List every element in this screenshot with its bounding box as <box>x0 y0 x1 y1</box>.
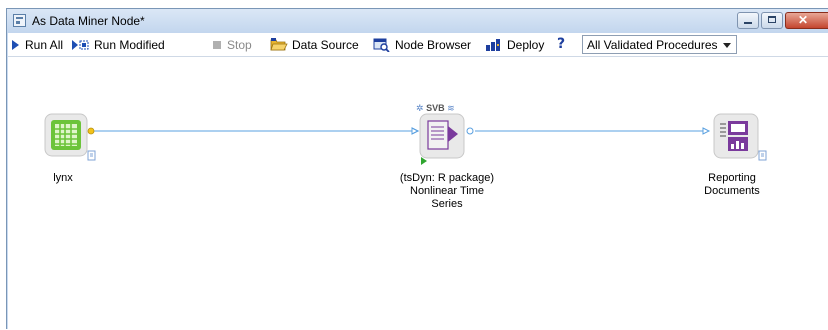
window-title: As Data Miner Node* <box>32 14 145 28</box>
stop-icon <box>213 40 221 49</box>
input-port[interactable] <box>411 127 420 135</box>
minimize-button[interactable] <box>737 12 759 29</box>
stop-label: Stop <box>227 37 252 52</box>
data-source-label: Data Source <box>292 37 359 52</box>
run-modified-button[interactable]: Run Modified <box>72 36 165 53</box>
layers-icon: ≋ <box>447 103 455 113</box>
node-browser-icon <box>373 38 390 52</box>
chevron-down-icon <box>723 43 731 48</box>
maximize-button[interactable] <box>761 12 783 29</box>
deploy-icon <box>486 38 500 51</box>
workspace-window: As Data Miner Node* Run All Run Modified… <box>6 8 828 329</box>
node-label-tsdyn: (tsDyn: R package) Nonlinear Time Series <box>399 172 495 210</box>
node-browser-button[interactable]: Node Browser <box>373 36 471 53</box>
run-modified-icon <box>72 39 89 50</box>
output-port[interactable] <box>87 127 95 135</box>
gear-icon: ✲ <box>416 103 424 113</box>
play-icon <box>12 39 19 50</box>
run-modified-label: Run Modified <box>94 37 165 52</box>
data-node-lynx[interactable] <box>44 113 98 163</box>
connection-tsdyn-to-reporting[interactable] <box>475 127 711 135</box>
procedure-filter-dropdown[interactable]: All Validated Procedures <box>582 35 737 54</box>
data-source-button[interactable]: Data Source <box>270 36 359 53</box>
workspace-app-icon <box>13 14 26 27</box>
data-table-icon <box>55 124 77 146</box>
output-port[interactable] <box>466 127 474 135</box>
workspace-canvas[interactable]: lynx ✲ SVB ≋ (tsDyn: R package) Nonlinea… <box>8 57 828 329</box>
run-all-button[interactable]: Run All <box>12 36 63 53</box>
node-label-lynx: lynx <box>53 172 73 184</box>
reporting-node[interactable] <box>705 113 769 167</box>
title-bar[interactable]: As Data Miner Node* <box>7 9 828 33</box>
close-button[interactable] <box>785 12 828 29</box>
connection-lynx-to-tsdyn[interactable] <box>91 127 420 135</box>
help-icon: ? <box>557 35 566 52</box>
node-label-reporting: Reporting Documents <box>704 172 760 197</box>
deploy-label: Deploy <box>507 37 545 52</box>
stop-button[interactable]: Stop <box>213 36 252 53</box>
deploy-button[interactable]: Deploy <box>485 36 544 53</box>
run-all-label: Run All <box>25 37 64 52</box>
analysis-node-tsdyn[interactable] <box>411 113 481 167</box>
procedure-filter-value: All Validated Procedures <box>587 38 718 52</box>
help-button[interactable]: ? <box>557 35 565 52</box>
folder-open-icon <box>270 38 288 51</box>
node-browser-label: Node Browser <box>395 37 472 52</box>
